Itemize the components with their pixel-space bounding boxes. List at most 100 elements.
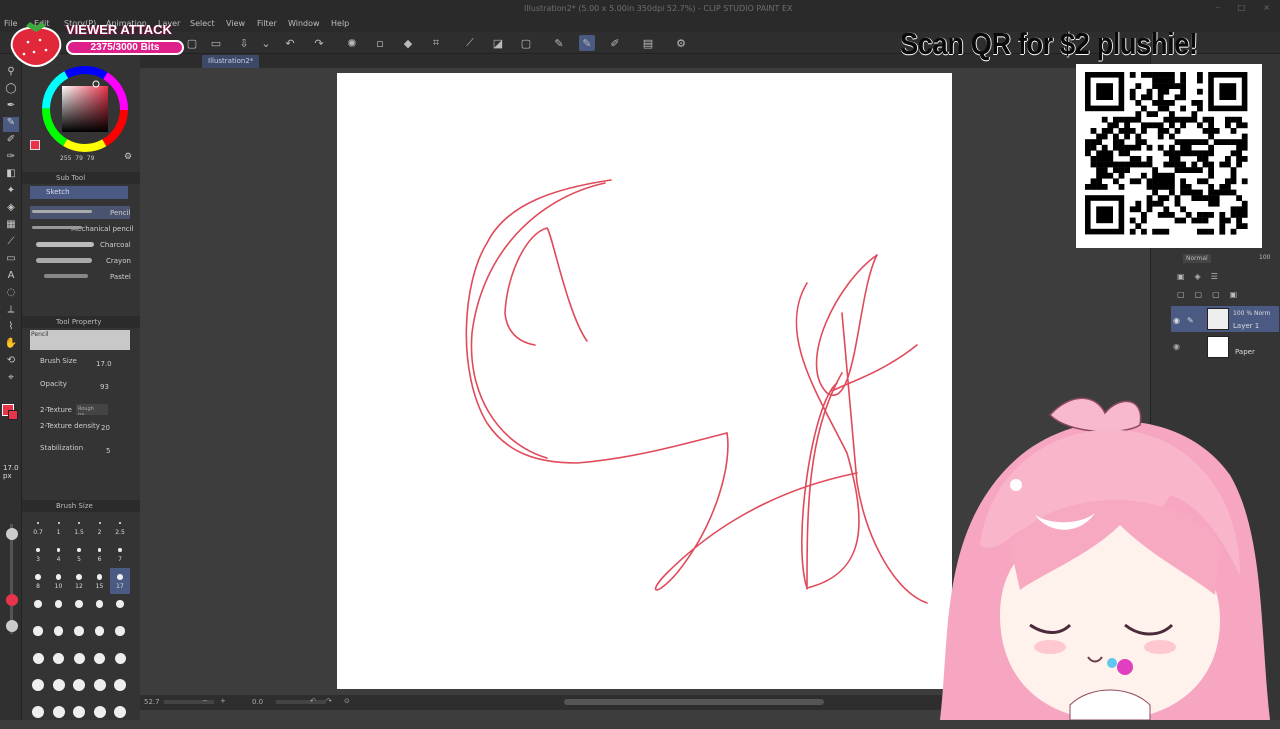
brush-size-option[interactable]: [28, 703, 48, 729]
brush-size-option[interactable]: 6: [90, 541, 110, 567]
eyedropper-icon[interactable]: ⌖: [3, 372, 19, 387]
gradient-icon[interactable]: ▦: [3, 219, 19, 234]
angle-readout[interactable]: 0.0: [252, 698, 263, 706]
layer-actions[interactable]: ▢▢▢▣: [1177, 290, 1247, 299]
brush-size-option[interactable]: 17: [110, 568, 130, 594]
brush-size-option[interactable]: [49, 703, 69, 729]
menu-filter[interactable]: Filter: [257, 19, 277, 28]
reset-rotation-icon[interactable]: ⊙: [344, 697, 350, 705]
brush-size-option[interactable]: [49, 622, 69, 648]
pen-tool-icon[interactable]: ✎: [551, 35, 567, 51]
pen-icon[interactable]: ✒: [3, 100, 19, 115]
brush-size-option[interactable]: [49, 649, 69, 675]
brush-size-option[interactable]: 10: [49, 568, 69, 594]
fill-icon[interactable]: ◆: [400, 35, 416, 51]
brush-size-option[interactable]: 4: [49, 541, 69, 567]
balloon-icon[interactable]: ◌: [3, 287, 19, 302]
brush-size-option[interactable]: 15: [90, 568, 110, 594]
rotate-icon[interactable]: ⟲: [3, 355, 19, 370]
stabilization-value[interactable]: 5: [106, 447, 110, 455]
brush-size-option[interactable]: [69, 703, 89, 729]
brush-size-option[interactable]: [90, 676, 110, 702]
zoom-icon[interactable]: ⚲: [3, 66, 19, 81]
rotate-left-icon[interactable]: ↶: [310, 697, 316, 705]
brush-size-option[interactable]: 1: [49, 514, 69, 540]
layer-toolbar[interactable]: ▣◈☰: [1177, 272, 1228, 281]
brush-size-option[interactable]: 0.7: [28, 514, 48, 540]
settings-icon[interactable]: ⚙: [673, 35, 689, 51]
sub-color-swatch[interactable]: [8, 410, 18, 420]
brush-size-option[interactable]: 2.5: [110, 514, 130, 540]
transform-icon[interactable]: ⟋: [462, 35, 478, 51]
opacity-value[interactable]: 93: [100, 383, 109, 391]
loading-icon[interactable]: ✺: [344, 35, 360, 51]
brush-size-option[interactable]: [69, 676, 89, 702]
opacity-slider-handle[interactable]: [6, 620, 18, 632]
hand-icon[interactable]: ✋: [3, 338, 19, 353]
save-icon[interactable]: ⇩: [236, 35, 252, 51]
brush-label[interactable]: Crayon: [106, 257, 131, 265]
menu-help[interactable]: Help: [331, 19, 349, 28]
brush-size-option[interactable]: [90, 649, 110, 675]
text-icon[interactable]: A: [3, 270, 19, 285]
brush-size-option[interactable]: [69, 649, 89, 675]
visibility-eye-icon[interactable]: ◉: [1173, 316, 1180, 325]
brush-size-option[interactable]: [49, 676, 69, 702]
menu-select[interactable]: Select: [190, 19, 215, 28]
brush-icon[interactable]: ✐: [3, 134, 19, 149]
minimize-button[interactable]: –: [1216, 3, 1220, 12]
horizontal-scrollbar[interactable]: [564, 699, 824, 705]
lasso-icon[interactable]: ◯: [3, 83, 19, 98]
brush-tool-icon[interactable]: ✐: [607, 35, 623, 51]
zoom-readout[interactable]: 52.7: [144, 698, 160, 706]
figure-icon[interactable]: ⟋: [3, 236, 19, 251]
drawing-canvas[interactable]: [337, 73, 952, 689]
chevron-down-icon[interactable]: ⌄: [258, 35, 274, 51]
blend-icon[interactable]: ✦: [3, 185, 19, 200]
brush-size-option[interactable]: [49, 595, 69, 621]
brush-size-option[interactable]: [28, 676, 48, 702]
brush-size-option[interactable]: [110, 703, 130, 729]
texture-select[interactable]: Rough pa...: [76, 404, 108, 415]
clear-icon[interactable]: ▫: [372, 35, 388, 51]
pencil-icon[interactable]: ✎: [3, 117, 19, 132]
brush-size-option[interactable]: [110, 676, 130, 702]
brush-size-option[interactable]: [110, 649, 130, 675]
brush-size-option[interactable]: 12: [69, 568, 89, 594]
eraser-icon[interactable]: ◧: [3, 168, 19, 183]
current-color-swatch[interactable]: [30, 140, 40, 150]
layer-opacity-value[interactable]: 100: [1259, 254, 1270, 261]
correct-line-icon[interactable]: ⌇: [3, 321, 19, 336]
menu-window[interactable]: Window: [288, 19, 320, 28]
brush-size-option[interactable]: 3: [28, 541, 48, 567]
maximize-button[interactable]: □: [1238, 3, 1246, 12]
brush-size-option[interactable]: 7: [110, 541, 130, 567]
undo-icon[interactable]: ↶: [282, 35, 298, 51]
brush-size-option[interactable]: [69, 622, 89, 648]
open-icon[interactable]: ▭: [208, 35, 224, 51]
brush-size-option[interactable]: [28, 595, 48, 621]
brush-label[interactable]: Charcoal: [100, 241, 131, 249]
brush-label[interactable]: Pastel: [110, 273, 131, 281]
new-file-icon[interactable]: ▢: [184, 35, 200, 51]
brush-size-option[interactable]: 8: [28, 568, 48, 594]
close-button[interactable]: ×: [1263, 3, 1270, 12]
size-slider-track[interactable]: [10, 524, 13, 634]
visibility-eye-icon[interactable]: ◉: [1173, 342, 1180, 351]
brush-size-option[interactable]: [90, 622, 110, 648]
brush-size-option[interactable]: [110, 622, 130, 648]
frame-icon[interactable]: ▭: [3, 253, 19, 268]
brush-size-option[interactable]: [90, 703, 110, 729]
pencil-tool-icon[interactable]: ✎: [579, 35, 595, 51]
tab-illustration2[interactable]: Illustration2*: [202, 55, 260, 68]
angle-slider[interactable]: [276, 700, 326, 704]
brush-size-option[interactable]: [90, 595, 110, 621]
color-settings-icon[interactable]: ⚙: [124, 152, 132, 162]
menu-view[interactable]: View: [226, 19, 245, 28]
zoom-out-icon[interactable]: −: [202, 697, 208, 705]
brush-size-option[interactable]: 5: [69, 541, 89, 567]
selection-icon[interactable]: ◪: [490, 35, 506, 51]
subtool-group-sketch[interactable]: Sketch: [30, 186, 128, 199]
fill-icon[interactable]: ◈: [3, 202, 19, 217]
airbrush-icon[interactable]: ✑: [3, 151, 19, 166]
